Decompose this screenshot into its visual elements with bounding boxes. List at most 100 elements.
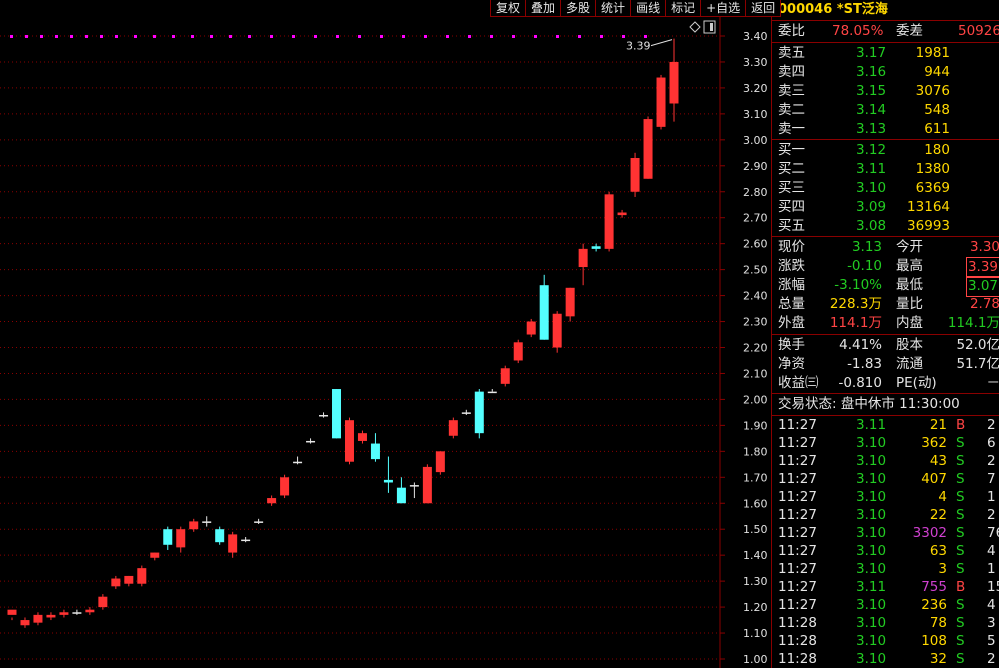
stat-value: -0.10 bbox=[847, 258, 882, 274]
book-row: 卖三 3.15 3076 bbox=[772, 82, 999, 101]
stat-value: 3.07 bbox=[965, 276, 999, 297]
tick-price: 3.10 bbox=[856, 561, 887, 577]
toolbar-button-4[interactable]: 画线 bbox=[630, 0, 667, 17]
tick-volume: 407 bbox=[921, 471, 947, 487]
stat-value: 3.13 bbox=[851, 239, 882, 255]
book-row: 卖一 3.13 611 bbox=[772, 120, 999, 139]
stat-value: 114.1万 bbox=[829, 315, 882, 331]
tick-row: 11:28 3.10 32 S 2 bbox=[772, 650, 999, 668]
candle-body bbox=[513, 342, 523, 361]
tick-price: 3.10 bbox=[856, 633, 887, 649]
candle-body bbox=[409, 485, 419, 487]
tick-volume: 755 bbox=[921, 579, 947, 595]
price-tick-label: 1.90 bbox=[743, 419, 768, 432]
tick-row: 11:27 3.10 22 S 2 bbox=[772, 506, 999, 524]
signal-marker bbox=[314, 35, 317, 38]
candle-body bbox=[228, 534, 238, 553]
stat-label: 涨跌 bbox=[778, 258, 805, 274]
tick-time: 11:27 bbox=[778, 417, 817, 433]
stock-header: 000046 *ST泛海 bbox=[772, 0, 999, 21]
tick-count: 2 bbox=[987, 507, 996, 523]
tick-count: 5 bbox=[987, 633, 996, 649]
book-label: 卖四 bbox=[778, 64, 805, 80]
toolbar-button-1[interactable]: 叠加 bbox=[525, 0, 562, 17]
candle-body bbox=[33, 614, 43, 623]
candle-body bbox=[500, 368, 510, 384]
tick-row: 11:27 3.10 236 S 4 bbox=[772, 596, 999, 614]
candle-body bbox=[176, 529, 186, 548]
signal-marker bbox=[210, 35, 213, 38]
tick-side: B bbox=[956, 579, 966, 595]
tick-time: 11:27 bbox=[778, 471, 817, 487]
weicha-value: 50926 bbox=[958, 23, 999, 39]
book-row: 卖二 3.14 548 bbox=[772, 101, 999, 120]
book-volume: 611 bbox=[924, 121, 950, 137]
tick-row: 11:27 3.10 43 S 2 bbox=[772, 452, 999, 470]
tick-time: 11:27 bbox=[778, 489, 817, 505]
signal-marker bbox=[55, 35, 58, 38]
toolbar-button-7[interactable]: 返回 bbox=[745, 0, 782, 17]
toolbar-button-3[interactable]: 统计 bbox=[595, 0, 632, 17]
fund-label: PE(动) bbox=[896, 375, 937, 391]
stock-name: *ST泛海 bbox=[836, 2, 888, 17]
candle-body bbox=[163, 529, 173, 545]
book-price: 3.16 bbox=[856, 64, 887, 80]
fund-value: 51.7亿 bbox=[956, 356, 999, 372]
book-label: 买三 bbox=[778, 180, 805, 196]
signal-marker bbox=[25, 35, 28, 38]
signal-marker bbox=[622, 35, 625, 38]
tick-volume: 21 bbox=[929, 417, 947, 433]
price-tick-label: 2.20 bbox=[743, 342, 768, 355]
price-tick-label: 1.20 bbox=[743, 601, 768, 614]
candle-body bbox=[215, 529, 225, 543]
candle-body bbox=[552, 313, 562, 348]
fund-row: 换手 4.41% 股本 52.0亿 bbox=[772, 336, 999, 355]
panel-toggle-icon bbox=[703, 20, 716, 34]
price-tick-label: 3.30 bbox=[743, 56, 768, 69]
book-volume: 13164 bbox=[907, 199, 950, 215]
toolbar-button-0[interactable]: 复权 bbox=[490, 0, 527, 17]
candle-body bbox=[591, 246, 601, 249]
book-label: 卖一 bbox=[778, 121, 805, 137]
price-tick-label: 2.60 bbox=[743, 238, 768, 251]
price-tick-label: 1.60 bbox=[743, 497, 768, 510]
tick-price: 3.10 bbox=[856, 507, 887, 523]
tick-time: 11:28 bbox=[778, 651, 817, 667]
tick-volume: 108 bbox=[921, 633, 947, 649]
candle-body bbox=[111, 578, 121, 587]
book-price: 3.08 bbox=[856, 218, 887, 234]
toolbar-button-5[interactable]: 标记 bbox=[665, 0, 702, 17]
fund-value: 52.0亿 bbox=[956, 337, 999, 353]
tick-count: 2 bbox=[987, 453, 996, 469]
book-volume: 36993 bbox=[907, 218, 950, 234]
candle-body bbox=[189, 521, 199, 530]
candle-body bbox=[150, 552, 160, 558]
candle-body bbox=[383, 479, 393, 483]
fund-label: 股本 bbox=[896, 337, 923, 353]
toolbar-button-2[interactable]: 多股 bbox=[560, 0, 597, 17]
fund-row: 净资 -1.83 流通 51.7亿 bbox=[772, 355, 999, 374]
tick-time: 11:27 bbox=[778, 597, 817, 613]
fund-value: -1.83 bbox=[847, 356, 882, 372]
candle-body bbox=[578, 248, 588, 268]
tick-time: 11:27 bbox=[778, 561, 817, 577]
price-tick-label: 1.40 bbox=[743, 549, 768, 562]
candle-body bbox=[137, 568, 147, 584]
toolbar-button-6[interactable]: +自选 bbox=[700, 0, 747, 17]
signal-marker bbox=[424, 35, 427, 38]
stat-row: 外盘 114.1万 内盘 114.1万 bbox=[772, 314, 999, 333]
candle-body bbox=[643, 119, 653, 179]
tick-count: 6 bbox=[987, 435, 996, 451]
candlestick-chart[interactable]: 3.40 3.30 3.20 3.10 3.00 2.90 2.80 2.70 2.60 2.50… bbox=[0, 0, 771, 668]
candle-body bbox=[448, 420, 458, 436]
tick-row: 11:27 3.10 4 S 1 bbox=[772, 488, 999, 506]
signal-marker bbox=[10, 35, 13, 38]
price-tick-label: 2.30 bbox=[743, 316, 768, 329]
candle-body bbox=[202, 521, 212, 523]
high-price-pointer bbox=[650, 39, 673, 47]
candle-body bbox=[344, 420, 354, 462]
book-price: 3.09 bbox=[856, 199, 887, 215]
tick-price: 3.10 bbox=[856, 489, 887, 505]
tick-price: 3.10 bbox=[856, 525, 887, 541]
book-volume: 3076 bbox=[915, 83, 950, 99]
